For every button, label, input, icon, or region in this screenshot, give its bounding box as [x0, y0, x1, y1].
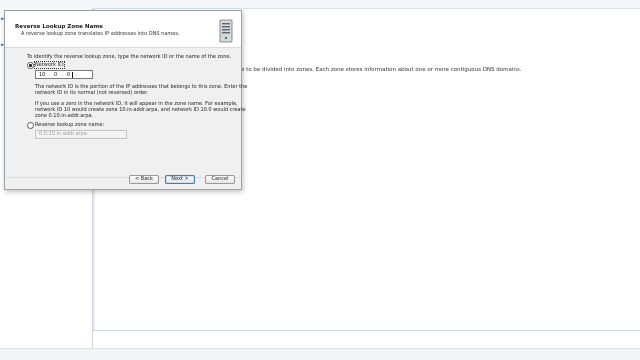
zone-name-input[interactable]: 0.0.10.in-addr.arpa: [35, 130, 127, 139]
next-button[interactable]: Next >: [165, 175, 195, 184]
instruction-text: To identify the reverse lookup zone, typ…: [27, 54, 232, 60]
zone-name-radio[interactable]: [27, 122, 34, 129]
new-zone-wizard-dialog: Reverse Lookup Zone Name A reverse looku…: [4, 10, 247, 190]
cancel-button[interactable]: Cancel: [205, 175, 235, 184]
page-subtitle: A reverse lookup zone translates IP addr…: [21, 31, 180, 37]
zero-help-line: zone 0.10.in-addr.arpa.: [35, 113, 94, 119]
zone-info-text: ce to be divided into zones. Each zone s…: [238, 67, 522, 73]
ip-separator: .: [62, 72, 64, 78]
pane-divider: [93, 330, 640, 331]
background-toolbar: [0, 0, 640, 9]
server-icon: [219, 19, 233, 43]
dialog-header: Reverse Lookup Zone Name A reverse looku…: [5, 11, 241, 48]
zone-name-label[interactable]: Reverse lookup zone name:: [35, 122, 104, 128]
back-button[interactable]: < Back: [129, 175, 159, 184]
network-id-label[interactable]: Network ID:: [33, 61, 66, 69]
network-id-help-line: network ID in its normal (not reversed) …: [35, 90, 149, 96]
status-bar: [0, 348, 640, 360]
page-title: Reverse Lookup Zone Name: [15, 24, 103, 30]
ip-octet-3[interactable]: 0: [67, 72, 70, 78]
ip-octet-1[interactable]: 10: [39, 72, 45, 78]
network-id-radio[interactable]: [27, 62, 34, 69]
ip-separator: .: [76, 72, 78, 78]
text-caret: [72, 72, 73, 78]
ip-separator: .: [49, 72, 51, 78]
ip-octet-2[interactable]: 0: [54, 72, 57, 78]
network-id-input[interactable]: 10 . 0 . 0 .: [35, 70, 93, 79]
screen: ► ► ce to be divided into zones. Each zo…: [0, 0, 640, 360]
